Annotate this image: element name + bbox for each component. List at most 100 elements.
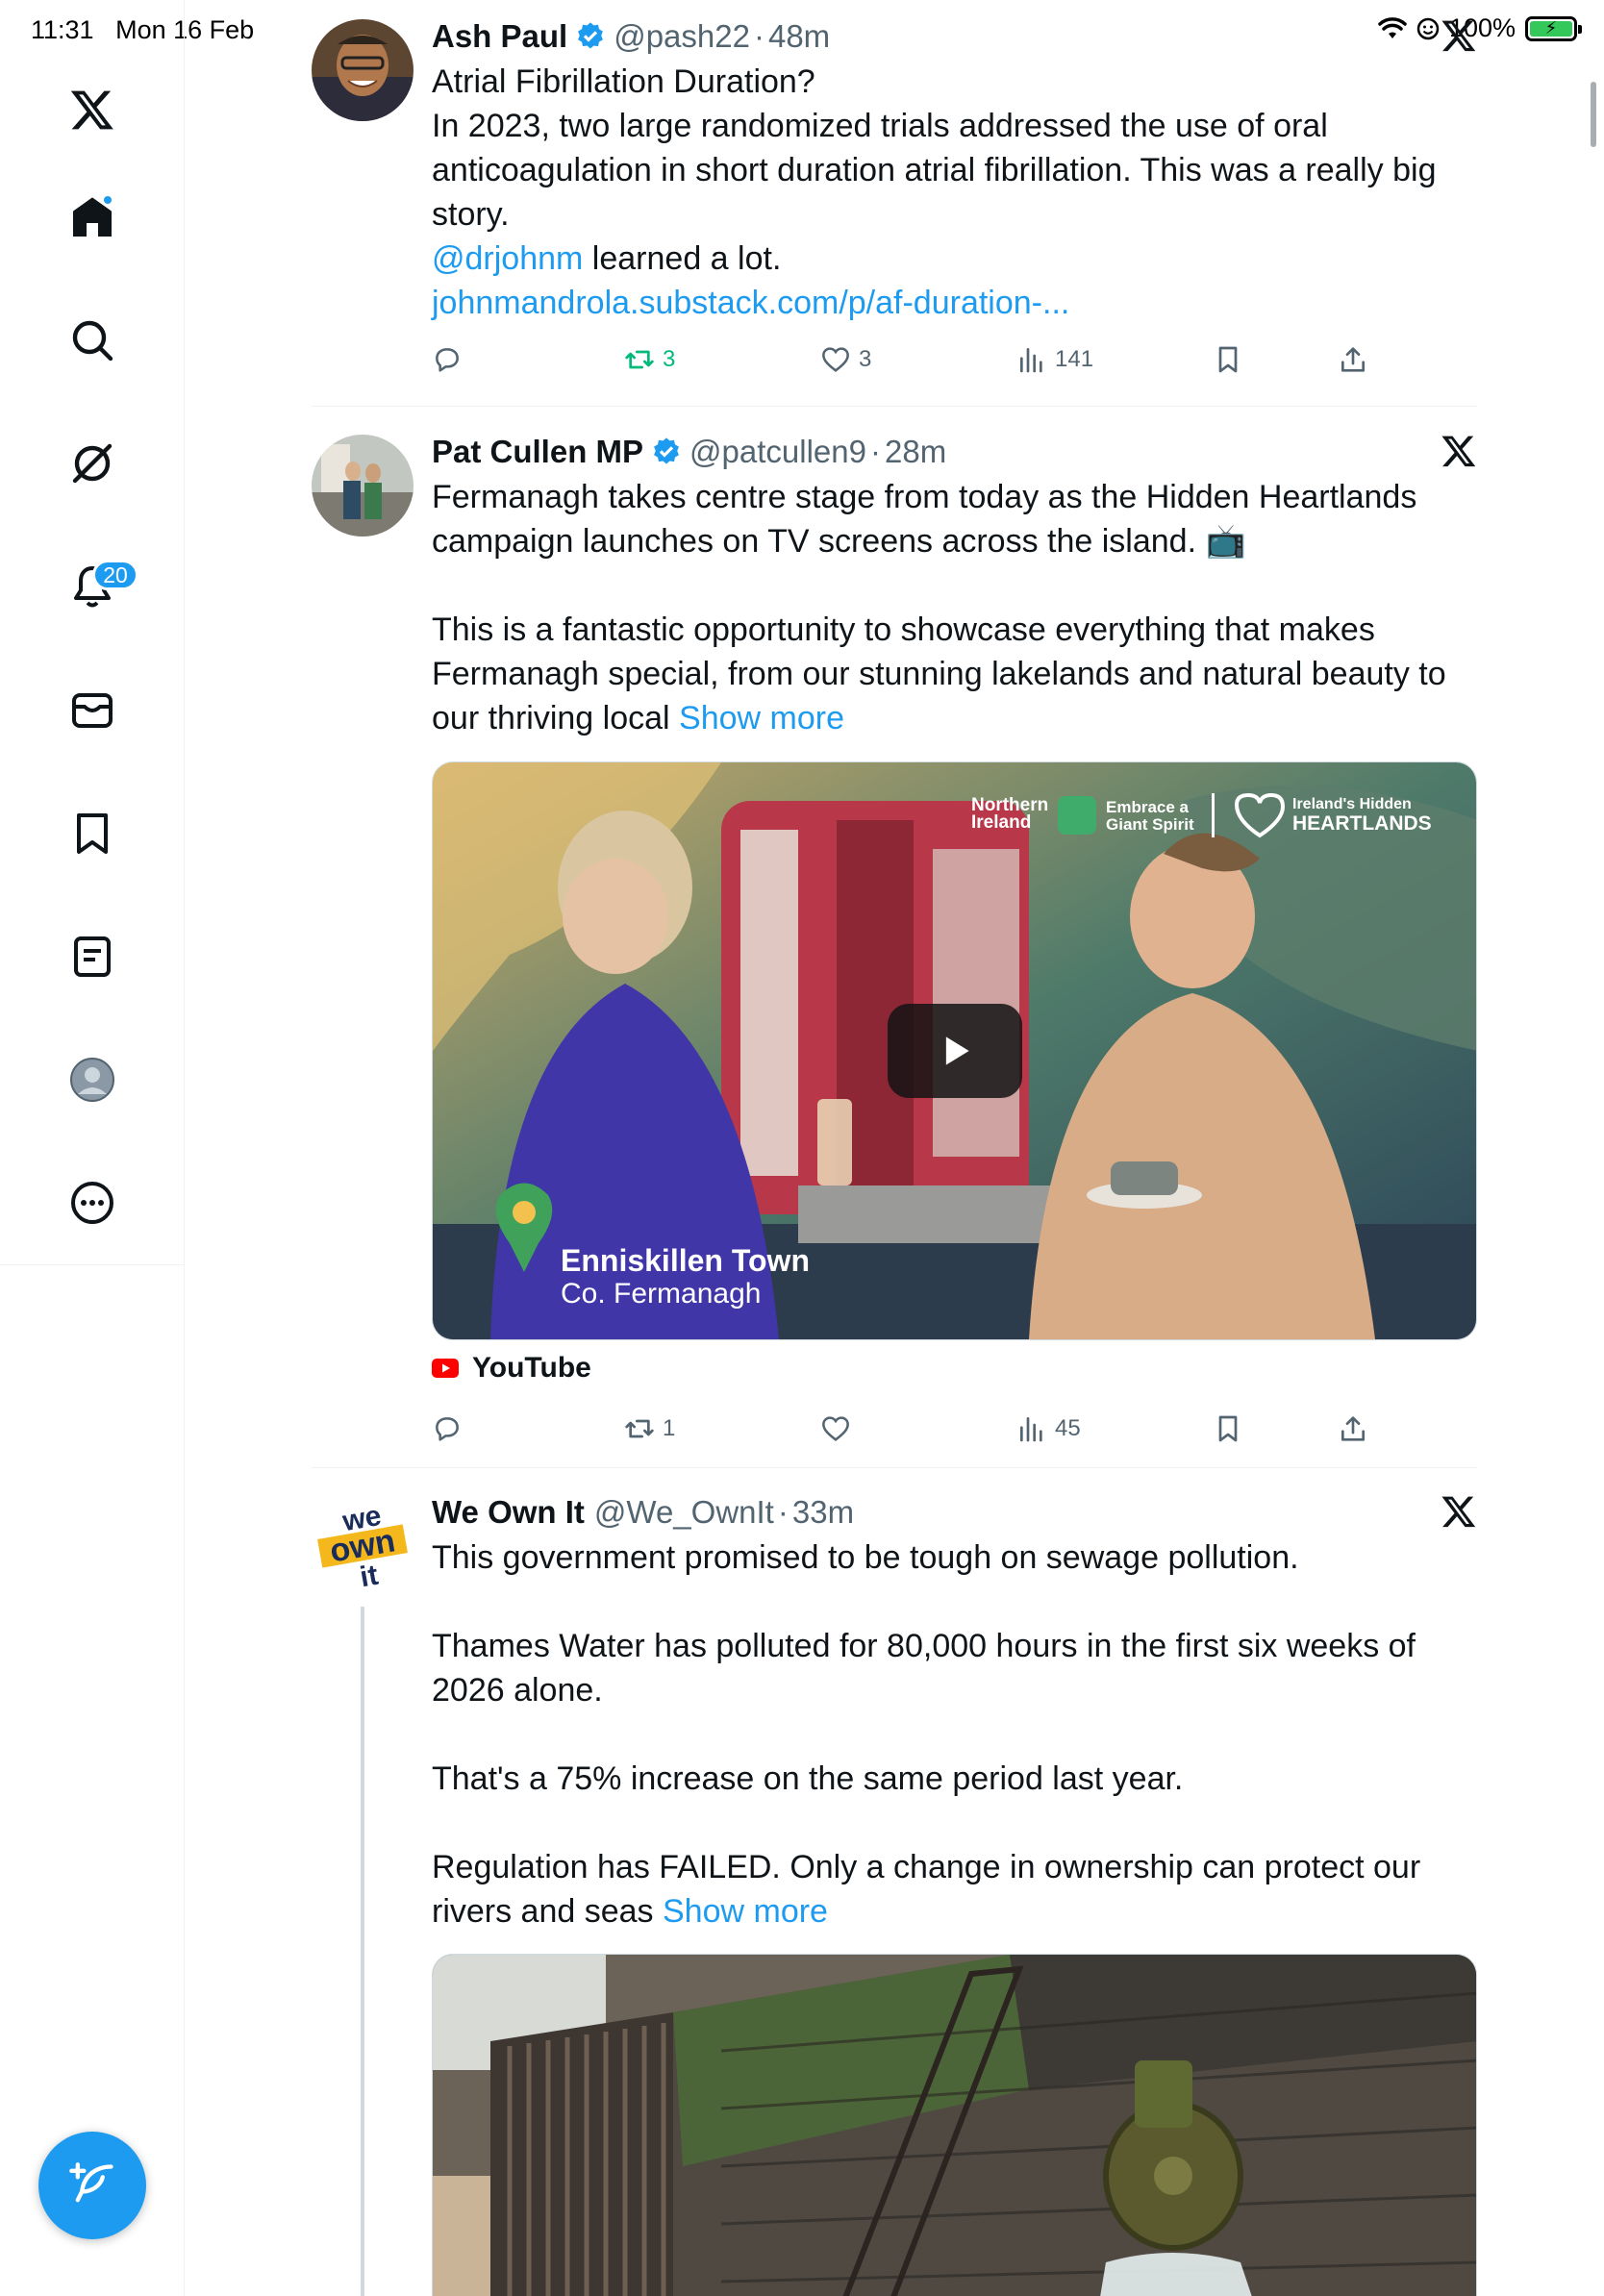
avatar[interactable] xyxy=(312,435,414,537)
author-name[interactable]: We Own It xyxy=(432,1493,585,1532)
analytics-icon xyxy=(1020,1417,1042,1442)
tweet-line: Atrial Fibrillation Duration? xyxy=(432,63,815,100)
avatar[interactable]: we own it xyxy=(312,1493,414,1595)
share-button[interactable] xyxy=(1338,1413,1368,1444)
author-handle[interactable]: @We_OwnIt xyxy=(594,1493,774,1532)
tweet-line: @drjohnm learned a lot. xyxy=(432,240,782,277)
video-thumbnail[interactable]: Northern Ireland Embrace a Giant Spirit … xyxy=(432,761,1477,1340)
heart-icon xyxy=(822,1416,849,1441)
svg-text:Ireland: Ireland xyxy=(971,812,1031,833)
scrollbar[interactable] xyxy=(1591,82,1596,147)
sidebar-item-profile[interactable] xyxy=(54,1041,131,1118)
tweet-paragraph: This government promised to be tough on … xyxy=(432,1539,1299,1576)
play-button[interactable] xyxy=(887,1004,1022,1098)
author-handle[interactable]: @pash22 xyxy=(614,17,750,56)
analytics-icon xyxy=(1020,348,1042,373)
share-icon xyxy=(1341,1416,1365,1441)
sidebar-item-search[interactable] xyxy=(54,302,131,379)
like-button[interactable]: 3 xyxy=(820,344,871,375)
sidebar-item-lists[interactable] xyxy=(54,918,131,995)
view-count: 141 xyxy=(1055,346,1094,372)
sidebar-divider xyxy=(0,1264,185,1265)
post-time[interactable]: 48m xyxy=(768,17,830,56)
retweet-count: 3 xyxy=(663,346,676,372)
profile-avatar-icon xyxy=(70,1058,114,1102)
verified-badge-icon xyxy=(578,22,604,49)
sewage-outfall-photo xyxy=(433,1955,1476,2296)
view-count: 45 xyxy=(1055,1415,1081,1441)
like-count: 3 xyxy=(859,346,872,372)
tweet-paragraph: Regulation has FAILED. Only a change in … xyxy=(432,1849,1421,1930)
views-button[interactable]: 45 xyxy=(1016,1413,1081,1444)
verified-badge-icon xyxy=(654,437,679,464)
bookmark-button[interactable] xyxy=(1213,344,1243,375)
bookmark-icon xyxy=(77,813,108,854)
svg-text:HEARTLANDS: HEARTLANDS xyxy=(1292,812,1432,835)
views-button[interactable]: 141 xyxy=(1016,344,1093,375)
heart-icon xyxy=(822,347,849,372)
author-name[interactable]: Pat Cullen MP xyxy=(432,433,643,471)
avatar[interactable] xyxy=(312,19,414,121)
more-icon xyxy=(71,1182,113,1224)
tweet-text: Fermanagh takes centre stage from today … xyxy=(432,475,1477,740)
share-button[interactable] xyxy=(1338,344,1368,375)
tweet-paragraph: Thames Water has polluted for 80,000 hou… xyxy=(432,1628,1416,1709)
x-grok-icon[interactable] xyxy=(1441,1493,1477,1530)
retweet-button[interactable]: 3 xyxy=(624,344,675,375)
author-handle[interactable]: @patcullen9 xyxy=(689,433,866,471)
thread-line xyxy=(361,1607,364,2296)
tweet-header: We Own It @We_OwnIt · 33m xyxy=(432,1493,855,1532)
sidebar-item-bookmarks[interactable] xyxy=(54,795,131,872)
x-logo-icon xyxy=(70,90,113,130)
compose-feather-icon xyxy=(69,2162,113,2203)
tweet-divider xyxy=(312,406,1477,407)
tweet-actions: 1 45 xyxy=(432,1410,1365,1448)
sidebar-item-more[interactable] xyxy=(54,1164,131,1241)
post-time[interactable]: 28m xyxy=(885,433,946,471)
sidebar-item-notifications[interactable]: 20 xyxy=(54,548,138,625)
like-button[interactable] xyxy=(820,1413,851,1444)
reply-button[interactable] xyxy=(432,1413,463,1444)
x-logo-link[interactable] xyxy=(54,71,131,148)
bookmark-icon xyxy=(1218,1415,1238,1442)
x-grok-icon[interactable] xyxy=(1441,17,1477,54)
source-label: YouTube xyxy=(472,1352,591,1384)
sidebar: 20 xyxy=(0,0,185,2296)
compose-post-button[interactable] xyxy=(38,2132,146,2239)
tweet-line: In 2023, two large randomized trials add… xyxy=(432,108,1437,233)
tweet-divider xyxy=(312,1467,1477,1468)
tweet-header: Ash Paul @pash22 · 48m xyxy=(432,17,831,56)
search-icon xyxy=(72,320,113,362)
tweet-text: This government promised to be tough on … xyxy=(432,1535,1477,1934)
youtube-icon xyxy=(432,1359,459,1378)
tweet-paragraph: Fermanagh takes centre stage from today … xyxy=(432,479,1417,560)
location-subtitle: Co. Fermanagh xyxy=(561,1278,762,1310)
x-grok-icon[interactable] xyxy=(1441,433,1477,469)
author-name[interactable]: Ash Paul xyxy=(432,17,567,56)
show-more-link[interactable]: Show more xyxy=(663,1893,828,1930)
article-link[interactable]: johnmandrola.substack.com/p/af-duration-… xyxy=(432,285,1069,321)
retweet-button[interactable]: 1 xyxy=(624,1413,675,1444)
sidebar-item-grok[interactable] xyxy=(54,425,131,502)
post-image[interactable] xyxy=(432,1954,1477,2296)
tweet-paragraph: This is a fantastic opportunity to showc… xyxy=(432,611,1446,736)
svg-text:Embrace a: Embrace a xyxy=(1106,798,1190,816)
play-icon xyxy=(945,1036,969,1065)
post-time[interactable]: 33m xyxy=(792,1493,854,1532)
tweet-text: Atrial Fibrillation Duration? In 2023, t… xyxy=(432,60,1477,325)
reply-icon xyxy=(436,348,459,372)
share-icon xyxy=(1341,347,1365,372)
retweet-icon xyxy=(625,350,654,369)
show-more-link[interactable]: Show more xyxy=(679,700,844,736)
bookmark-button[interactable] xyxy=(1213,1413,1243,1444)
list-icon xyxy=(74,936,111,977)
link-source[interactable]: YouTube xyxy=(432,1352,591,1385)
mail-icon xyxy=(72,693,113,728)
we-own-it-logo: we own it xyxy=(312,1493,414,1595)
mention-link[interactable]: @drjohnm xyxy=(432,240,583,277)
location-title: Enniskillen Town xyxy=(561,1243,810,1278)
sidebar-item-home[interactable] xyxy=(54,179,131,256)
reply-icon xyxy=(436,1417,459,1441)
reply-button[interactable] xyxy=(432,344,463,375)
sidebar-item-messages[interactable] xyxy=(54,672,131,749)
